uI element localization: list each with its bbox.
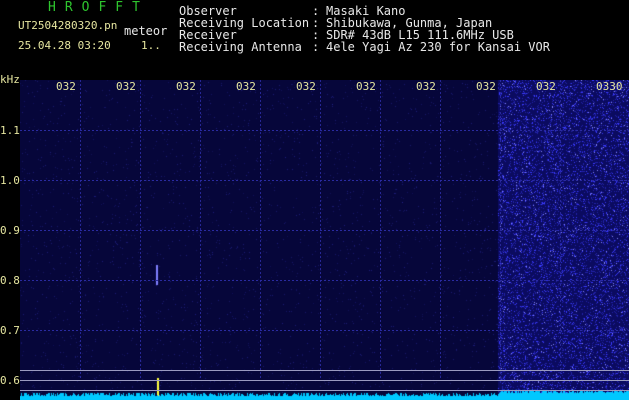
x-tick-label: 032 <box>356 80 376 93</box>
freq-gridline <box>20 230 629 231</box>
counter: 1.. <box>141 39 161 52</box>
antenna-label: Receiving Antenna <box>179 40 302 54</box>
y-tick-label: 0.6 <box>0 374 20 387</box>
x-tick-label: 032 <box>236 80 256 93</box>
freq-gridline <box>20 180 629 181</box>
y-tick-label: 0.8 <box>0 274 20 287</box>
x-tick-label: 032 <box>416 80 436 93</box>
y-axis-unit: kHz <box>0 73 20 86</box>
x-tick-label: 032 <box>176 80 196 93</box>
freq-gridline <box>20 130 629 131</box>
freq-gridline <box>20 330 629 331</box>
x-tick-label: 032 <box>116 80 136 93</box>
marker-line-upper <box>20 370 629 371</box>
file-name: UT2504280320.pn <box>18 19 118 32</box>
mode-label: meteor <box>124 24 168 38</box>
freq-gridline <box>20 280 629 281</box>
x-tick-label: 032 <box>56 80 76 93</box>
x-tick-label: 032 <box>536 80 556 93</box>
antenna-value: 4ele Yagi Az 230 for Kansai VOR <box>326 40 550 54</box>
x-tick-label: 032 <box>476 80 496 93</box>
antenna-colon: : <box>312 40 320 54</box>
app-title: HROFFT <box>48 0 149 15</box>
y-tick-label: 0.7 <box>0 324 20 337</box>
x-tick-label: 032 <box>296 80 316 93</box>
y-tick-label: 0.9 <box>0 224 20 237</box>
marker-line-lower <box>20 390 629 391</box>
marker-line-middle <box>20 380 629 381</box>
spectrogram-canvas <box>20 80 629 400</box>
x-tick-label: 0330 <box>596 80 623 93</box>
y-tick-label: 1.1 <box>0 124 20 137</box>
y-tick-label: 1.0 <box>0 174 20 187</box>
spectrogram-plot <box>20 80 629 400</box>
datetime: 25.04.28 03:20 <box>18 39 111 52</box>
